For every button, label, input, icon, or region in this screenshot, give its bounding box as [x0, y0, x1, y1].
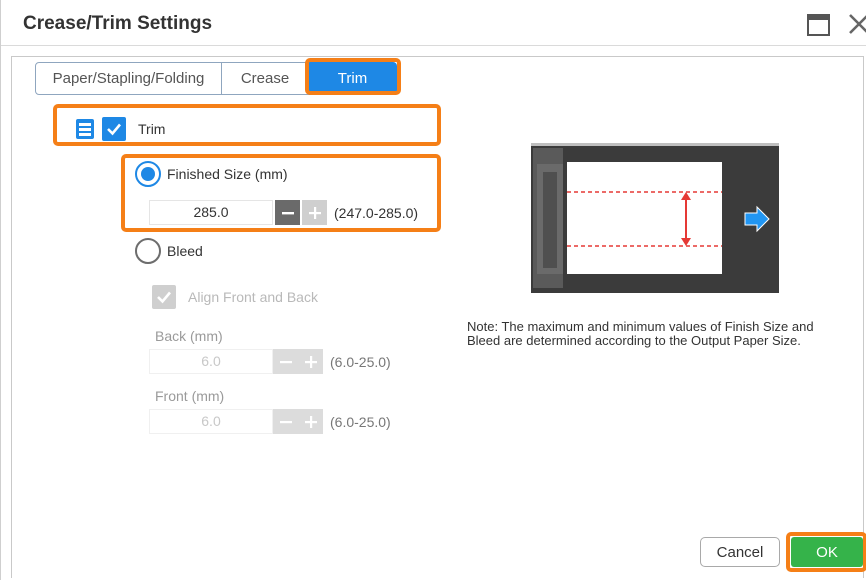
minus-icon: [281, 211, 294, 214]
trim-label: Trim: [138, 121, 166, 137]
cancel-button[interactable]: Cancel: [700, 537, 780, 567]
bleed-radio[interactable]: [135, 238, 161, 264]
plus-icon: [308, 206, 321, 219]
finished-size-input[interactable]: 285.0: [149, 200, 273, 225]
align-front-back-row: Align Front and Back: [152, 285, 318, 309]
back-mm-label: Back (mm): [155, 328, 223, 344]
trim-checkbox[interactable]: [102, 117, 126, 141]
back-decrement-button[interactable]: [273, 349, 298, 374]
bleed-option[interactable]: Bleed: [135, 238, 203, 264]
finished-size-increment-button[interactable]: [302, 200, 327, 225]
back-range: (6.0-25.0): [330, 353, 391, 370]
ok-button[interactable]: OK: [791, 537, 863, 567]
front-decrement-button[interactable]: [273, 409, 298, 434]
bleed-label: Bleed: [167, 243, 203, 259]
tab-crease[interactable]: Crease: [222, 62, 309, 95]
plus-icon: [304, 355, 317, 368]
front-input[interactable]: 6.0: [149, 409, 273, 434]
trim-illustration: [531, 146, 779, 293]
front-row: 6.0 (6.0-25.0): [149, 409, 391, 434]
finished-size-label: Finished Size (mm): [167, 166, 288, 182]
document-stack-icon: [76, 119, 94, 139]
align-front-back-checkbox[interactable]: [152, 285, 176, 309]
window-restore-icon[interactable]: [807, 14, 830, 36]
finished-size-range: (247.0-285.0): [334, 204, 419, 221]
checkmark-icon: [157, 291, 171, 304]
tab-trim[interactable]: Trim: [309, 62, 397, 95]
tab-paper-stapling-folding[interactable]: Paper/Stapling/Folding: [35, 62, 222, 95]
back-row: 6.0 (6.0-25.0): [149, 349, 391, 374]
title-bar: Crease/Trim Settings: [1, 0, 866, 46]
trim-preview-image: [531, 143, 779, 293]
front-range: (6.0-25.0): [330, 413, 391, 430]
crease-trim-dialog: Crease/Trim Settings Paper/Stapling/Fold…: [0, 0, 866, 580]
align-front-back-label: Align Front and Back: [188, 289, 318, 305]
front-increment-button[interactable]: [298, 409, 323, 434]
front-mm-label: Front (mm): [155, 388, 225, 404]
finished-size-decrement-button[interactable]: [275, 200, 300, 225]
minus-icon: [279, 360, 292, 363]
note-text: Note: The maximum and minimum values of …: [467, 319, 814, 348]
dialog-title: Crease/Trim Settings: [23, 13, 213, 34]
finished-size-option[interactable]: Finished Size (mm): [135, 161, 288, 187]
finished-size-row: 285.0 (247.0-285.0): [149, 200, 418, 225]
finished-size-radio[interactable]: [135, 161, 161, 187]
plus-icon: [304, 415, 317, 428]
back-increment-button[interactable]: [298, 349, 323, 374]
back-input[interactable]: 6.0: [149, 349, 273, 374]
close-icon[interactable]: [847, 12, 866, 36]
minus-icon: [279, 420, 292, 423]
tab-bar: Paper/Stapling/Folding Crease Trim: [35, 62, 397, 95]
checkmark-icon: [107, 123, 121, 136]
trim-option-row: Trim: [75, 116, 165, 142]
